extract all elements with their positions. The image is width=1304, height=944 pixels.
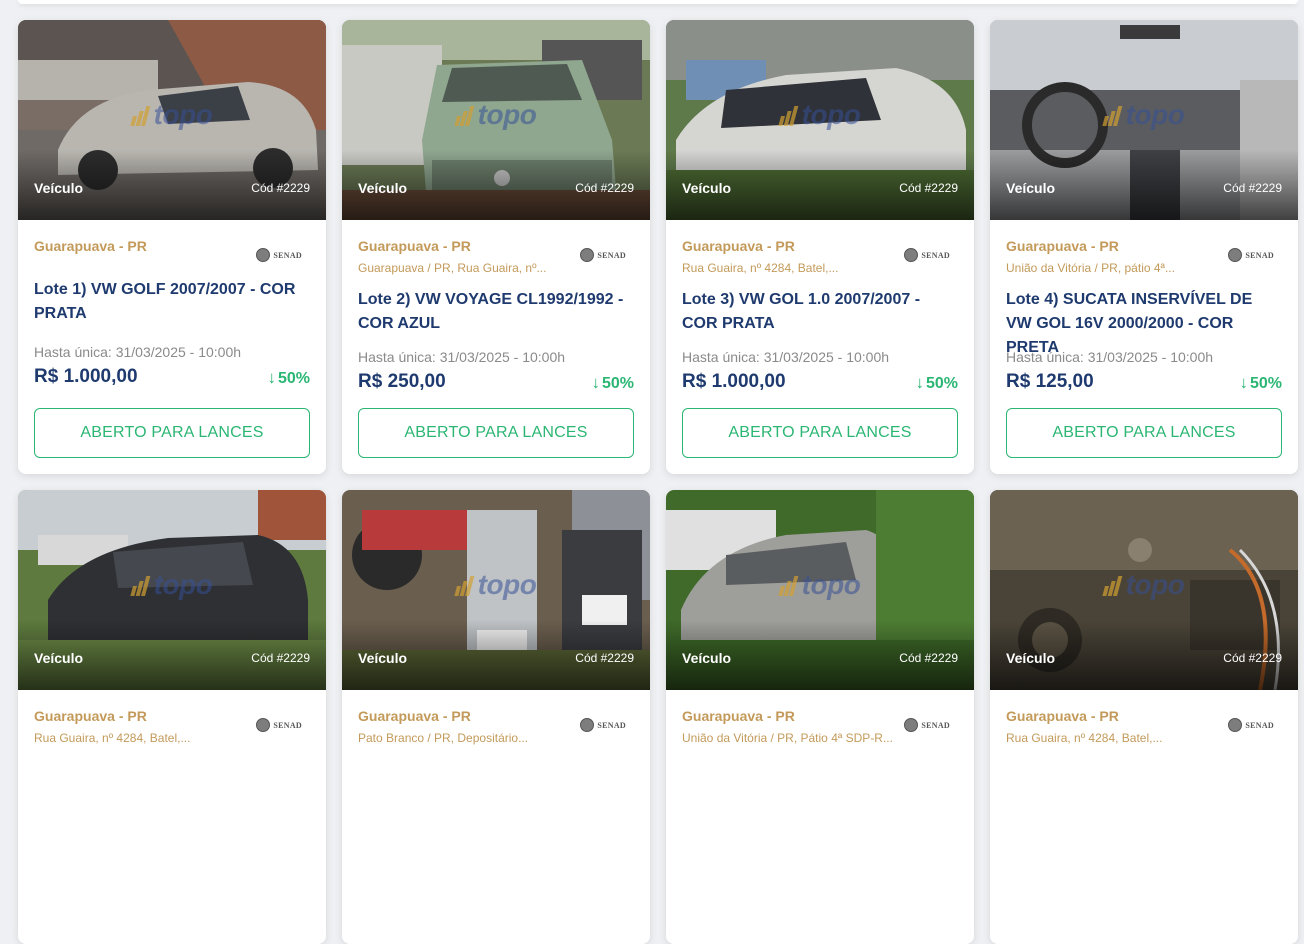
lot-photo[interactable]: topo Veículo Cód #2229 [990, 20, 1298, 220]
lot-code: Cód #2229 [899, 181, 958, 195]
watermark-logo: topo [454, 99, 537, 133]
lot-title[interactable]: Lote 2) VW VOYAGE CL1992/1992 - COR AZUL [358, 288, 628, 336]
lot-title[interactable]: Lote 1) VW GOLF 2007/2007 - COR PRATA [34, 278, 304, 326]
lot-code: Cód #2229 [251, 181, 310, 195]
arrow-down-icon: ↓ [1239, 373, 1248, 392]
previous-section-edge [18, 0, 1298, 4]
watermark-logo: topo [778, 569, 861, 603]
lot-photo[interactable]: topo Veículo Cód #2229 [990, 490, 1298, 690]
lot-grid: topo Veículo Cód #2229 Guarapuava - PR S… [18, 20, 1298, 944]
senad-seal-icon: SENAD [580, 718, 626, 732]
senad-seal-icon: SENAD [580, 248, 626, 262]
category-label: Veículo [682, 650, 732, 666]
senad-seal-icon: SENAD [1228, 248, 1274, 262]
auction-date: Hasta única: 31/03/2025 - 10:00h [358, 349, 566, 365]
lot-price: R$ 1.000,00 [34, 366, 138, 387]
category-label: Veículo [682, 180, 732, 196]
lot-photo[interactable]: topo Veículo Cód #2229 [342, 490, 650, 690]
category-label: Veículo [358, 650, 408, 666]
lot-code: Cód #2229 [1223, 181, 1282, 195]
senad-seal-icon: SENAD [256, 248, 302, 262]
lot-city: Guarapuava - PR [358, 238, 471, 254]
category-label: Veículo [34, 650, 84, 666]
watermark-logo: topo [454, 569, 537, 603]
watermark-logo: topo [130, 99, 213, 133]
lot-city: Guarapuava - PR [358, 708, 471, 724]
discount-badge: ↓ 50% [591, 373, 634, 392]
lot-code: Cód #2229 [575, 651, 634, 665]
arrow-down-icon: ↓ [267, 368, 276, 387]
discount-badge: ↓ 50% [915, 373, 958, 392]
lot-address: União da Vitória / PR, Pátio 4ª SDP-R... [682, 731, 893, 745]
lot-city: Guarapuava - PR [34, 708, 147, 724]
lot-title[interactable]: Lote 3) VW GOL 1.0 2007/2007 - COR PRATA [682, 288, 952, 336]
lot-card[interactable]: topo Veículo Cód #2229 Guarapuava - PR U… [990, 20, 1298, 474]
lot-card[interactable]: topo Veículo Cód #2229 Guarapuava - PR U… [666, 490, 974, 944]
lot-city: Guarapuava - PR [1006, 238, 1119, 254]
watermark-logo: topo [778, 99, 861, 133]
senad-seal-icon: SENAD [1228, 718, 1274, 732]
category-label: Veículo [1006, 180, 1056, 196]
lot-address: Guarapuava / PR, Rua Guaira, nº... [358, 261, 547, 275]
lot-card[interactable]: topo Veículo Cód #2229 Guarapuava - PR R… [18, 490, 326, 944]
lot-photo[interactable]: topo Veículo Cód #2229 [666, 20, 974, 220]
lot-photo[interactable]: topo Veículo Cód #2229 [342, 20, 650, 220]
lot-card[interactable]: topo Veículo Cód #2229 Guarapuava - PR P… [342, 490, 650, 944]
senad-seal-icon: SENAD [904, 248, 950, 262]
arrow-down-icon: ↓ [591, 373, 600, 392]
lot-city: Guarapuava - PR [1006, 708, 1119, 724]
watermark-logo: topo [1102, 99, 1185, 133]
lot-price: R$ 250,00 [358, 371, 446, 392]
lot-address: Pato Branco / PR, Depositário... [358, 731, 529, 745]
lot-address: Rua Guaira, nº 4284, Batel,... [34, 731, 191, 745]
lot-code: Cód #2229 [1223, 651, 1282, 665]
discount-badge: ↓ 50% [267, 368, 310, 387]
auction-date: Hasta única: 31/03/2025 - 10:00h [682, 349, 890, 365]
lot-city: Guarapuava - PR [34, 238, 147, 254]
auction-date: Hasta única: 31/03/2025 - 10:00h [1006, 349, 1214, 365]
senad-seal-icon: SENAD [256, 718, 302, 732]
category-label: Veículo [34, 180, 84, 196]
lot-city: Guarapuava - PR [682, 238, 795, 254]
watermark-logo: topo [1102, 569, 1185, 603]
open-for-bids-button[interactable]: ABERTO PARA LANCES [358, 408, 634, 458]
lot-card[interactable]: topo Veículo Cód #2229 Guarapuava - PR R… [990, 490, 1298, 944]
lot-price: R$ 125,00 [1006, 371, 1094, 392]
lot-code: Cód #2229 [899, 651, 958, 665]
category-label: Veículo [1006, 650, 1056, 666]
lot-card[interactable]: topo Veículo Cód #2229 Guarapuava - PR G… [342, 20, 650, 474]
watermark-logo: topo [130, 569, 213, 603]
discount-badge: ↓ 50% [1239, 373, 1282, 392]
lot-photo[interactable]: topo Veículo Cód #2229 [18, 490, 326, 690]
lot-card[interactable]: topo Veículo Cód #2229 Guarapuava - PR R… [666, 20, 974, 474]
open-for-bids-button[interactable]: ABERTO PARA LANCES [34, 408, 310, 458]
lot-city: Guarapuava - PR [682, 708, 795, 724]
arrow-down-icon: ↓ [915, 373, 924, 392]
lot-photo[interactable]: topo Veículo Cód #2229 [666, 490, 974, 690]
lot-address: Rua Guaira, nº 4284, Batel,... [682, 261, 839, 275]
lot-address: Rua Guaira, nº 4284, Batel,... [1006, 731, 1163, 745]
lot-address: União da Vitória / PR, pátio 4ª... [1006, 261, 1175, 275]
lot-card[interactable]: topo Veículo Cód #2229 Guarapuava - PR S… [18, 20, 326, 474]
lot-code: Cód #2229 [251, 651, 310, 665]
lot-photo[interactable]: topo Veículo Cód #2229 [18, 20, 326, 220]
lot-price: R$ 1.000,00 [682, 371, 786, 392]
auction-date: Hasta única: 31/03/2025 - 10:00h [34, 344, 242, 360]
category-label: Veículo [358, 180, 408, 196]
senad-seal-icon: SENAD [904, 718, 950, 732]
open-for-bids-button[interactable]: ABERTO PARA LANCES [682, 408, 958, 458]
open-for-bids-button[interactable]: ABERTO PARA LANCES [1006, 408, 1282, 458]
lot-code: Cód #2229 [575, 181, 634, 195]
